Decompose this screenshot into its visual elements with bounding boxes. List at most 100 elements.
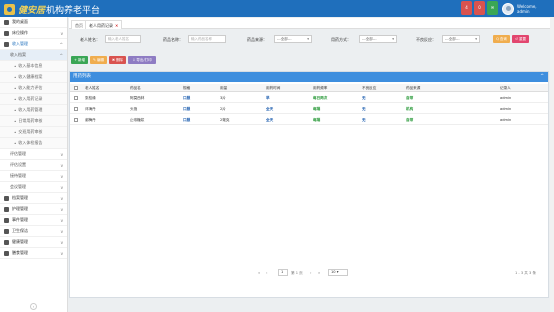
prev-page-button[interactable]: ‹	[266, 269, 267, 277]
sidebar-item[interactable]: 会议管理 v	[0, 182, 67, 193]
table-cell: 邓海丹	[85, 107, 96, 111]
sidebar-item[interactable]: 卫生保洁 v	[0, 226, 67, 237]
mail-icon[interactable]: ✉	[487, 1, 498, 15]
row-checkbox[interactable]	[74, 118, 78, 122]
table-cell: 口服	[183, 118, 191, 122]
reset-button[interactable]: ↺ 重置	[512, 35, 529, 43]
menu-icon	[4, 217, 9, 223]
sidebar-item[interactable]: 床位操作 v	[0, 28, 67, 39]
sidebar-item-label: 事件管理	[12, 217, 28, 222]
collapse-sidebar-button[interactable]: ‹	[30, 303, 37, 310]
table-cell: 自带	[406, 118, 414, 122]
close-icon[interactable]: ✕	[115, 23, 118, 28]
table-cell: 机构	[406, 107, 414, 111]
sidebar-item[interactable]: • 收入用药记录	[0, 94, 67, 105]
sidebar-item[interactable]: • 交班用药审核	[0, 127, 67, 138]
column-header[interactable]: 药品名	[130, 84, 141, 92]
sidebar-item[interactable]: 膳食管理 v	[0, 248, 67, 259]
sidebar-item[interactable]: 收入档案 ^	[0, 50, 67, 61]
user-menu[interactable]: Welcome, admin	[502, 0, 537, 17]
table-row[interactable]: 邓海丹 头孢 口服 2片 全天 每隔 无 机构 admin	[70, 104, 548, 114]
alert-badge[interactable]: 4	[461, 1, 472, 15]
sidebar-item[interactable]: 评估管理 v	[0, 149, 67, 160]
add-button[interactable]: + 新增	[71, 56, 88, 64]
delete-button[interactable]: ✖ 删除	[109, 56, 126, 64]
chevron-down-icon: ▾	[392, 37, 394, 41]
column-header[interactable]: 记录人	[500, 84, 511, 92]
sidebar-item[interactable]: 护理管理 v	[0, 204, 67, 215]
table-cell: 无	[362, 96, 366, 100]
sidebar-item[interactable]: 健康管理 v	[0, 237, 67, 248]
tab-medication-record[interactable]: 老人用药记录 ✕	[85, 20, 123, 29]
method-select[interactable]: ---全部--- ▾	[359, 35, 397, 43]
chevron-up-icon: ^	[59, 53, 63, 58]
sidebar-item[interactable]: 评估设置 v	[0, 160, 67, 171]
column-header[interactable]: 药品来源	[406, 84, 420, 92]
chevron-up-icon[interactable]: ^	[540, 72, 544, 82]
sidebar-item[interactable]: • 收入用药管理	[0, 105, 67, 116]
column-header[interactable]: 用量	[220, 84, 227, 92]
column-header[interactable]: 用药时间	[266, 84, 280, 92]
chevron-down-icon: v	[60, 31, 63, 36]
avatar	[502, 2, 514, 15]
edit-button[interactable]: ✎ 编辑	[90, 56, 107, 64]
sidebar-item[interactable]: • 收入健康档案	[0, 72, 67, 83]
top-header: 健安居 机构养老平台 4 0 ✉ Welcome, admin	[0, 0, 554, 17]
pagination: « ‹ 1 第 1 页 › » 10 ▾ 1 - 3 共 3 条	[70, 267, 548, 279]
page-input[interactable]: 1	[278, 269, 288, 276]
sidebar-item-label: 收入体检报告	[18, 140, 43, 145]
export-button[interactable]: ⇩ 导出/打印	[128, 56, 156, 64]
column-header[interactable]: 用药频率	[313, 84, 327, 92]
sidebar-item[interactable]: 档案管理 v	[0, 193, 67, 204]
table-cell: 无	[362, 107, 366, 111]
source-select[interactable]: ---全部--- ▾	[274, 35, 312, 43]
page-summary: 1 - 3 共 3 条	[515, 271, 537, 275]
column-header[interactable]: 不良反应	[362, 84, 376, 92]
table-cell: 2片	[220, 107, 226, 111]
drug-label: 药品名称：	[163, 37, 183, 42]
next-page-button[interactable]: ›	[310, 269, 311, 277]
menu-icon	[4, 41, 9, 47]
page-size-select[interactable]: 10 ▾	[328, 269, 348, 276]
message-badge[interactable]: 0	[474, 1, 485, 15]
sidebar-item[interactable]: • 收入基本信息	[0, 61, 67, 72]
message-count: 0	[478, 5, 481, 10]
sidebar-item-label: 收入档案	[10, 52, 26, 57]
select-all-checkbox[interactable]	[74, 86, 78, 90]
sidebar-item-label: 收入管理	[12, 41, 28, 46]
bullet-icon: •	[14, 96, 17, 102]
sidebar-item-label: 床位操作	[12, 30, 28, 35]
table-row[interactable]: 谢梅丹 止咳糖浆 口服 2毫克 全天 每隔 无 自带 admin	[70, 115, 548, 125]
sidebar-item[interactable]: 收入管理 ^	[0, 39, 67, 50]
medication-panel: 用药列表 ^ 老人姓名 药品名 规格 用量 用药时间 用药频率 不良反应 药品来源 记录人 张桂缘…	[69, 71, 549, 298]
reaction-select[interactable]: ---全部--- ▾	[442, 35, 480, 43]
page-scrollbar[interactable]	[550, 17, 554, 312]
drug-input[interactable]: 输入药品名称	[188, 35, 226, 43]
sidebar-item[interactable]: 我的桌面	[0, 17, 67, 28]
table-header: 老人姓名 药品名 规格 用量 用药时间 用药频率 不良反应 药品来源 记录人	[70, 84, 548, 92]
sidebar-item[interactable]: • 收入能力评估	[0, 83, 67, 94]
sidebar-item[interactable]: • 收入体检报告	[0, 138, 67, 149]
page-text: 第 1 页	[291, 271, 303, 275]
search-button[interactable]: Q 查询	[493, 35, 510, 43]
sidebar-item[interactable]: 事件管理 v	[0, 215, 67, 226]
last-page-button[interactable]: »	[318, 269, 320, 277]
table-cell: 每日两次	[313, 96, 328, 100]
name-input[interactable]: 输入老人姓名	[105, 35, 141, 43]
first-page-button[interactable]: «	[258, 269, 260, 277]
chevron-down-icon: v	[60, 185, 63, 190]
sidebar-item[interactable]: 接待管理 v	[0, 171, 67, 182]
column-header[interactable]: 老人姓名	[85, 84, 99, 92]
column-header[interactable]: 规格	[183, 84, 190, 92]
row-checkbox[interactable]	[74, 96, 78, 100]
table-cell: admin	[500, 96, 512, 100]
row-checkbox[interactable]	[74, 107, 78, 111]
bullet-icon: •	[14, 85, 17, 91]
bullet-icon: •	[14, 140, 17, 146]
table-cell: 全天	[266, 118, 274, 122]
bullet-icon: •	[14, 129, 17, 135]
table-row[interactable]: 张桂缘 阿莫西林 口服 3片 早 每日两次 无 自带 admin	[70, 93, 548, 103]
sidebar-item-label: 接待管理	[10, 173, 26, 178]
sidebar-item-label: 收入能力评估	[18, 85, 43, 90]
sidebar-item[interactable]: • 日常用药审核	[0, 116, 67, 127]
